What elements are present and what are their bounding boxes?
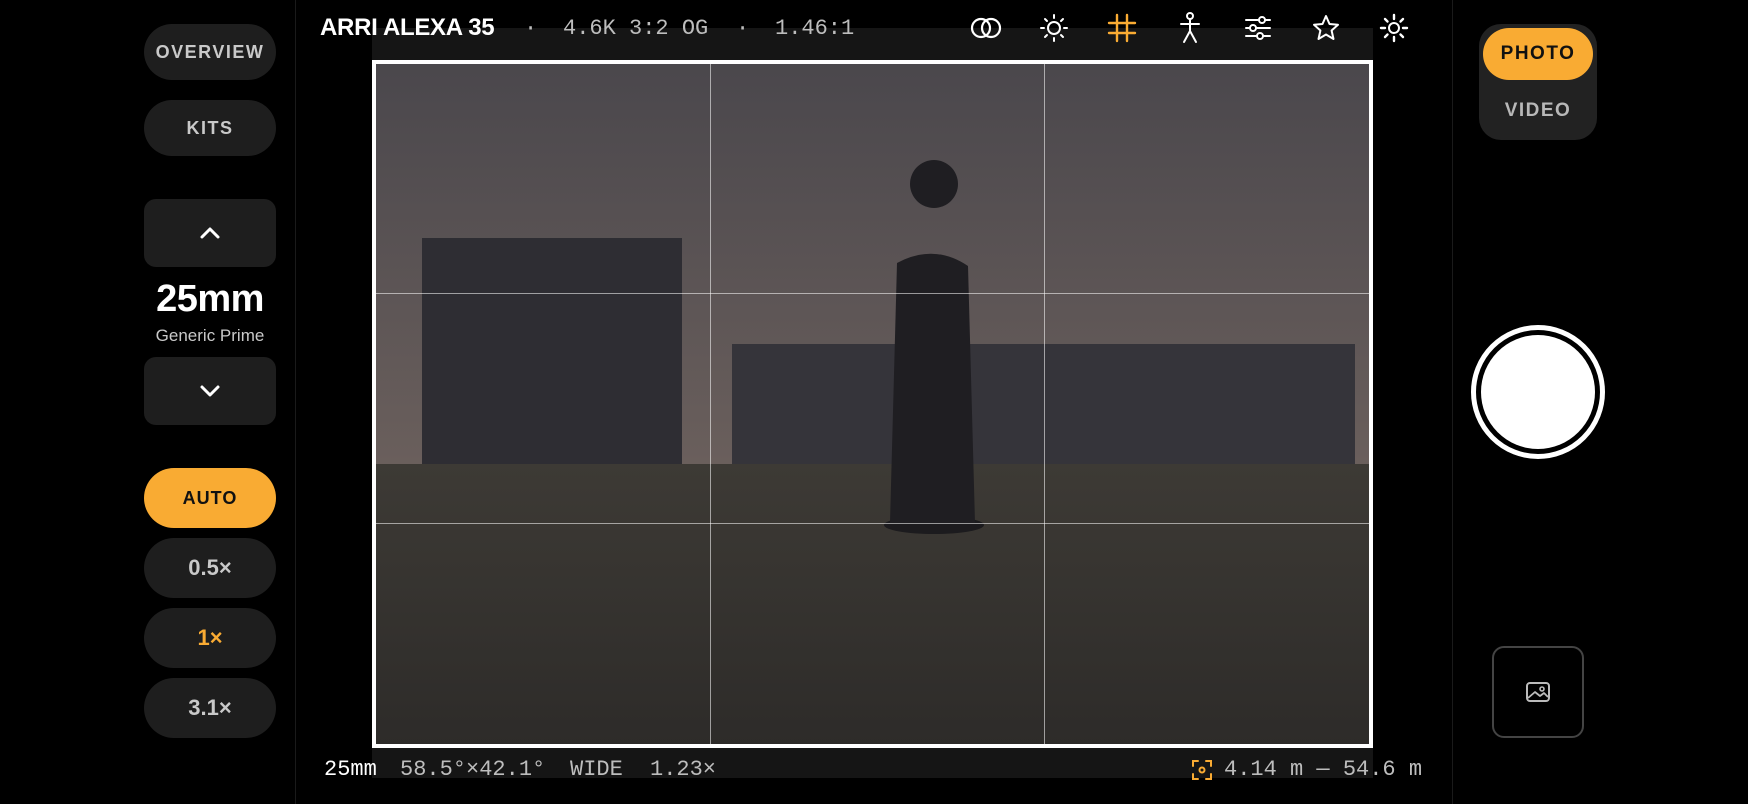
person-icon[interactable] — [1172, 10, 1208, 46]
zoom-0.5x-button[interactable]: 0.5× — [144, 538, 276, 598]
photo-mode-button[interactable]: PHOTO — [1483, 28, 1593, 80]
zoom-1x-button[interactable]: 1× — [144, 608, 276, 668]
separator-dot: · — [524, 16, 538, 41]
grid-icon[interactable] — [1104, 10, 1140, 46]
chevron-up-icon — [200, 227, 220, 239]
lens-name: Generic Prime — [155, 326, 265, 345]
overlay-icon[interactable] — [968, 10, 1004, 46]
gallery-button[interactable] — [1492, 646, 1584, 738]
zoom-auto-button[interactable]: AUTO — [144, 468, 276, 528]
scene-preview — [372, 60, 1373, 748]
shutter-inner — [1481, 335, 1595, 449]
lens-class: WIDE — [570, 757, 623, 782]
field-of-view: 58.5°×42.1° — [400, 757, 546, 782]
shutter-button[interactable] — [1471, 325, 1605, 459]
aspect-ratio[interactable]: 1.46:1 — [775, 16, 854, 41]
depth-of-field-range: 4.14 m — 54.6 m — [1224, 757, 1423, 782]
image-icon — [1526, 682, 1550, 702]
lens-down-button[interactable] — [144, 357, 276, 425]
sensor-format[interactable]: 4.6K 3:2 OG — [563, 16, 708, 41]
building-left — [422, 238, 682, 464]
exposure-icon[interactable] — [1036, 10, 1072, 46]
chevron-down-icon — [200, 385, 220, 397]
camera-name[interactable]: ARRI ALEXA 35 — [320, 14, 495, 42]
separator-dot: · — [736, 16, 750, 41]
video-mode-button[interactable]: VIDEO — [1483, 86, 1593, 136]
grid-line-v1 — [710, 60, 711, 748]
viewfinder[interactable] — [372, 60, 1373, 748]
settings-sun-icon[interactable] — [1376, 10, 1412, 46]
focus-icon — [1190, 758, 1214, 782]
grid-line-h2 — [372, 523, 1373, 524]
star-icon[interactable] — [1308, 10, 1344, 46]
grid-line-h1 — [372, 293, 1373, 294]
kits-button[interactable]: KITS — [144, 100, 276, 156]
magnification: 1.23× — [650, 757, 717, 782]
zoom-3.1x-button[interactable]: 3.1× — [144, 678, 276, 738]
overview-button[interactable]: OVERVIEW — [144, 24, 276, 80]
focal-length-value: 25mm — [156, 278, 264, 320]
sliders-icon[interactable] — [1240, 10, 1276, 46]
grid-line-v2 — [1044, 60, 1045, 748]
bottom-focal-length: 25mm — [324, 757, 377, 782]
person-silhouette — [890, 253, 975, 523]
lens-up-button[interactable] — [144, 199, 276, 267]
